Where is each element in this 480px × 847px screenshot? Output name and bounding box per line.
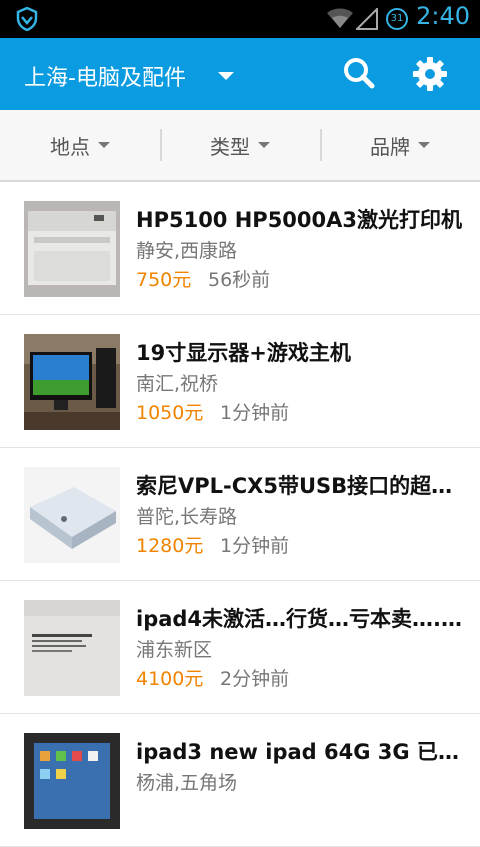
ipad-box-thumbnail bbox=[24, 600, 120, 696]
filter-bar: 地点 类型 品牌 bbox=[0, 110, 480, 182]
wifi-icon bbox=[327, 8, 353, 28]
listing-title: 19寸显示器+游戏主机 bbox=[136, 341, 351, 365]
listing-price: 750元 bbox=[136, 269, 192, 291]
listing-price: 4100元 bbox=[136, 668, 204, 690]
listing-location: 杨浦,五角场 bbox=[136, 772, 238, 794]
listing-price: 1280元 bbox=[136, 535, 204, 557]
projector-thumbnail bbox=[24, 467, 120, 563]
listing-title: 索尼VPL-CX5带USB接口的超… bbox=[136, 474, 453, 498]
ipad-thumbnail bbox=[24, 733, 120, 829]
listing-location: 南汇,祝桥 bbox=[136, 373, 219, 395]
list-item[interactable]: ipad4未激活…行货…亏本卖….… 浦东新区 4100元 2分钟前 bbox=[0, 581, 480, 714]
filter-location[interactable]: 地点 bbox=[0, 110, 160, 180]
action-bar: 上海-电脑及配件 bbox=[0, 38, 480, 110]
dropdown-arrow-icon bbox=[418, 142, 430, 148]
filter-type[interactable]: 类型 bbox=[160, 110, 320, 180]
list-item[interactable]: HP5100 HP5000A3激光打印机 静安,西康路 750元 56秒前 bbox=[0, 182, 480, 315]
listing-time: 56秒前 bbox=[208, 269, 271, 291]
monitor-thumbnail bbox=[24, 334, 120, 430]
listing-time: 1分钟前 bbox=[220, 402, 290, 424]
filter-label: 品牌 bbox=[370, 134, 410, 159]
listing-title: ipad4未激活…行货…亏本卖….… bbox=[136, 607, 463, 631]
filter-brand[interactable]: 品牌 bbox=[320, 110, 480, 180]
list-item[interactable]: ipad3 new ipad 64G 3G 已越狱 杨浦,五角场 bbox=[0, 714, 480, 847]
category-title[interactable]: 上海-电脑及配件 bbox=[24, 60, 186, 92]
list-item[interactable]: 19寸显示器+游戏主机 南汇,祝桥 1050元 1分钟前 bbox=[0, 315, 480, 448]
battery-icon: 31 bbox=[386, 8, 408, 30]
listing-price: 1050元 bbox=[136, 402, 204, 424]
listing-list: HP5100 HP5000A3激光打印机 静安,西康路 750元 56秒前 19… bbox=[0, 182, 480, 847]
dropdown-arrow-icon bbox=[258, 142, 270, 148]
printer-thumbnail bbox=[24, 201, 120, 297]
dropdown-arrow-icon bbox=[98, 142, 110, 148]
list-item[interactable]: 索尼VPL-CX5带USB接口的超… 普陀,长寿路 1280元 1分钟前 bbox=[0, 448, 480, 581]
battery-level: 31 bbox=[390, 13, 404, 24]
status-bar: 31 2:40 bbox=[0, 0, 480, 38]
filter-label: 地点 bbox=[50, 134, 90, 159]
listing-title: ipad3 new ipad 64G 3G 已越狱 bbox=[136, 740, 470, 764]
listing-location: 静安,西康路 bbox=[136, 240, 238, 262]
filter-label: 类型 bbox=[210, 134, 250, 159]
listing-time: 2分钟前 bbox=[220, 668, 290, 690]
gear-icon[interactable] bbox=[412, 56, 448, 92]
search-icon[interactable] bbox=[342, 56, 376, 90]
dropdown-caret-icon[interactable] bbox=[218, 72, 234, 80]
signal-icon bbox=[356, 8, 378, 30]
shield-icon bbox=[16, 7, 38, 31]
listing-title: HP5100 HP5000A3激光打印机 bbox=[136, 208, 463, 232]
listing-location: 浦东新区 bbox=[136, 639, 213, 661]
clock: 2:40 bbox=[416, 2, 470, 30]
listing-location: 普陀,长寿路 bbox=[136, 506, 238, 528]
listing-time: 1分钟前 bbox=[220, 535, 290, 557]
